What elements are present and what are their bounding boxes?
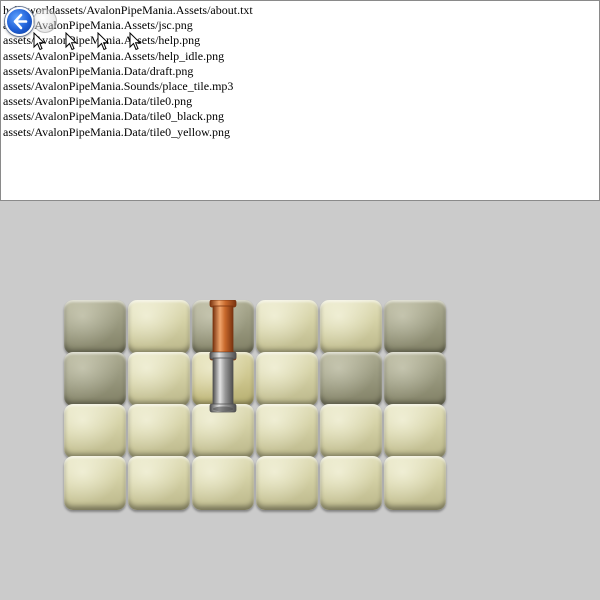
board-tile[interactable] [256, 352, 318, 406]
asset-log-panel: helloworldassets/AvalonPipeMania.Assets/… [0, 0, 600, 201]
board-tile[interactable] [64, 456, 126, 510]
arrow-cursor-icon [129, 32, 141, 51]
arrow-cursor-icon [65, 32, 77, 51]
board-tile[interactable] [384, 352, 446, 406]
board-tile[interactable] [320, 456, 382, 510]
forward-button-icon[interactable] [33, 9, 57, 33]
log-line: assets/AvalonPipeMania.Data/tile0.png [3, 94, 193, 109]
board-tile[interactable] [320, 300, 382, 354]
arrow-cursor-icon [33, 32, 45, 51]
log-line: assets/AvalonPipeMania.Data/draft.png [3, 63, 194, 78]
log-line: assets/AvalonPipeMania.Sounds/place_tile… [3, 79, 234, 94]
board-tile[interactable] [64, 404, 126, 458]
board-tile[interactable] [128, 456, 190, 510]
board-tile[interactable] [256, 300, 318, 354]
steel-vertical-pipe[interactable] [209, 352, 237, 416]
board-tile[interactable] [64, 300, 126, 354]
back-arrow-icon[interactable] [5, 7, 34, 36]
board-tile[interactable] [192, 456, 254, 510]
board-tile[interactable] [64, 352, 126, 406]
board-tile[interactable] [384, 404, 446, 458]
board-tile[interactable] [384, 300, 446, 354]
board-tile[interactable] [128, 300, 190, 354]
arrow-cursor-icon [97, 32, 109, 51]
board-tile[interactable] [320, 404, 382, 458]
board-tile[interactable] [256, 456, 318, 510]
log-line: assets/AvalonPipeMania.Data/tile0_black.… [3, 109, 225, 124]
log-line: assets/AvalonPipeMania.Data/tile0_yellow… [3, 124, 230, 139]
game-board [64, 300, 448, 520]
board-tile[interactable] [256, 404, 318, 458]
board-tile[interactable] [128, 404, 190, 458]
back-arrow-glyph [13, 13, 28, 30]
board-tile[interactable] [384, 456, 446, 510]
board-tile[interactable] [128, 352, 190, 406]
board-tile[interactable] [320, 352, 382, 406]
